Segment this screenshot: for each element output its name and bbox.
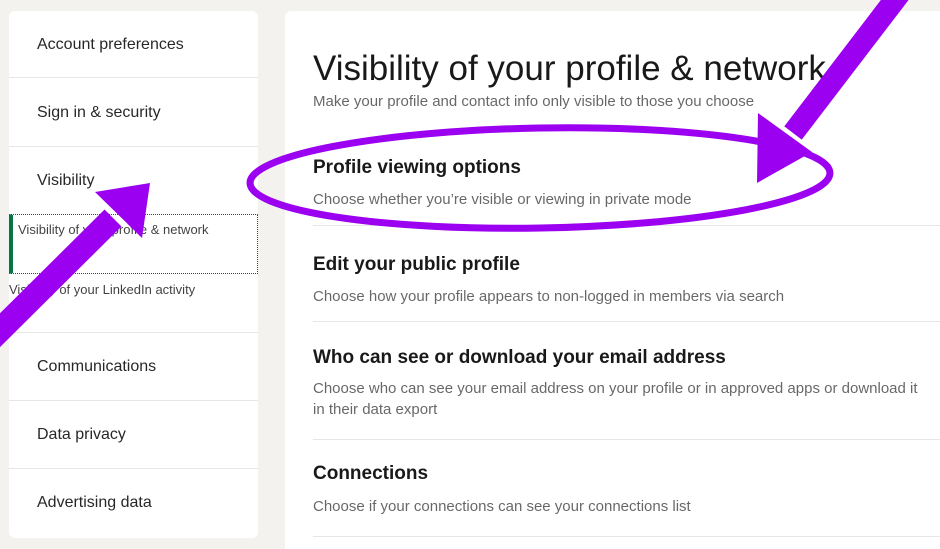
setting-edit-public-profile[interactable]: Edit your public profile Choose how your… bbox=[313, 226, 940, 322]
setting-profile-viewing-options[interactable]: Profile viewing options Choose whether y… bbox=[313, 149, 940, 226]
sidebar-item-label: Visibility bbox=[37, 172, 95, 189]
setting-description: Choose who can see your email address on… bbox=[313, 380, 918, 418]
sidebar-item-label: Account preferences bbox=[37, 36, 184, 53]
sidebar-item-sign-in-security[interactable]: Sign in & security bbox=[9, 78, 258, 147]
settings-sidebar: Account preferences Sign in & security V… bbox=[9, 11, 258, 538]
sidebar-subitem-label: Visibility of your LinkedIn activity bbox=[9, 282, 196, 297]
sidebar-item-data-privacy[interactable]: Data privacy bbox=[9, 401, 258, 469]
setting-connections[interactable]: Connections Choose if your connections c… bbox=[313, 440, 940, 537]
sidebar-item-account-preferences[interactable]: Account preferences bbox=[9, 11, 258, 78]
page-subtitle: Make your profile and contact info only … bbox=[313, 93, 755, 110]
sidebar-item-label: Sign in & security bbox=[37, 104, 161, 121]
sidebar-item-visibility[interactable]: Visibility bbox=[9, 147, 258, 214]
sidebar-subitem-profile-network[interactable]: Visibility of your profile & network bbox=[9, 214, 258, 274]
settings-main-panel: Visibility of your profile & network Mak… bbox=[285, 11, 940, 549]
sidebar-subitem-linkedin-activity[interactable]: Visibility of your LinkedIn activity bbox=[9, 276, 258, 333]
setting-title: Who can see or download your email addre… bbox=[313, 347, 726, 368]
sidebar-subitem-label: Visibility of your profile & network bbox=[18, 222, 209, 237]
setting-title: Edit your public profile bbox=[313, 254, 520, 275]
setting-description: Choose if your connections can see your … bbox=[313, 498, 691, 515]
sidebar-item-label: Data privacy bbox=[37, 426, 126, 443]
setting-description: Choose whether you’re visible or viewing… bbox=[313, 191, 692, 208]
setting-title: Profile viewing options bbox=[313, 157, 521, 178]
setting-email-visibility[interactable]: Who can see or download your email addre… bbox=[313, 322, 940, 440]
page-title: Visibility of your profile & network bbox=[313, 49, 826, 88]
setting-title: Connections bbox=[313, 463, 429, 484]
sidebar-item-communications[interactable]: Communications bbox=[9, 333, 258, 401]
sidebar-item-label: Communications bbox=[37, 358, 157, 375]
setting-description: Choose how your profile appears to non-l… bbox=[313, 288, 785, 305]
sidebar-item-advertising-data[interactable]: Advertising data bbox=[9, 469, 258, 538]
sidebar-item-label: Advertising data bbox=[37, 494, 152, 511]
